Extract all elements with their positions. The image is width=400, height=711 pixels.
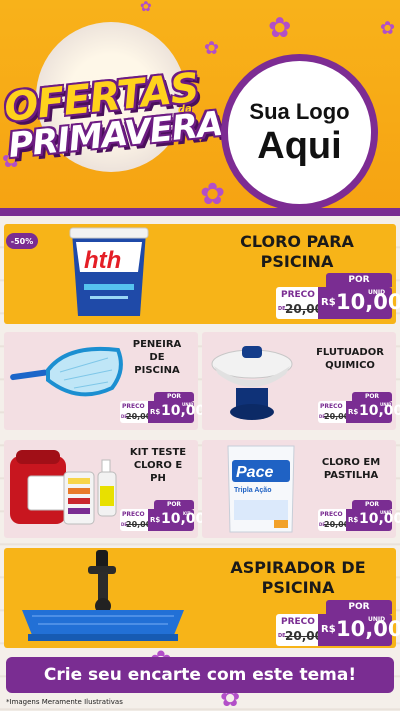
product-title: ASPIRADOR DE PSICINA <box>230 558 366 597</box>
product-title: CLORO PARA PSICINA <box>240 232 354 271</box>
pool-vacuum-icon <box>22 550 184 641</box>
product-title: FLUTUADOR QUIMICO <box>316 347 384 371</box>
flower-icon: ✿ <box>268 11 292 44</box>
discount-badge: -50% <box>6 233 38 249</box>
product-title: CLORO EM PASTILHA <box>321 457 381 481</box>
product-title: PENEIRA DE PISCINA <box>132 339 182 376</box>
flower-icon: ✿ <box>200 177 226 212</box>
flower-icon: ✿ <box>140 0 152 15</box>
flower-icon: ✿ <box>204 38 220 59</box>
product-title: KIT TESTE CLORO E PH <box>129 447 187 484</box>
pool-net-icon <box>10 346 123 397</box>
chemical-floater-icon <box>211 346 293 420</box>
header-banner: ✿ ✿ ✿ ✿ ✿ ✿ OFERTAS da PRIMAVERA Sua Log… <box>0 0 400 214</box>
logo-placeholder[interactable]: Sua Logo Aqui <box>221 54 378 211</box>
disclaimer: *Imagens Meramente Ilustrativas <box>6 698 123 706</box>
test-kit-icon <box>10 450 117 525</box>
bag-brand: Pace <box>236 464 273 481</box>
flower-icon: ✿ <box>380 18 396 39</box>
bag-subtitle: Tripla Ação <box>234 487 271 494</box>
logo-text-line1: Sua Logo <box>249 98 350 124</box>
logo-text-line2: Aqui <box>257 124 342 167</box>
bucket-brand: hth <box>84 247 121 274</box>
chlorine-bucket-icon: hth <box>69 227 149 316</box>
cta-banner[interactable]: Crie seu encarte com este tema! <box>6 657 394 693</box>
chlorine-tablet-bag-icon: Pace Tripla Ação <box>227 445 295 533</box>
